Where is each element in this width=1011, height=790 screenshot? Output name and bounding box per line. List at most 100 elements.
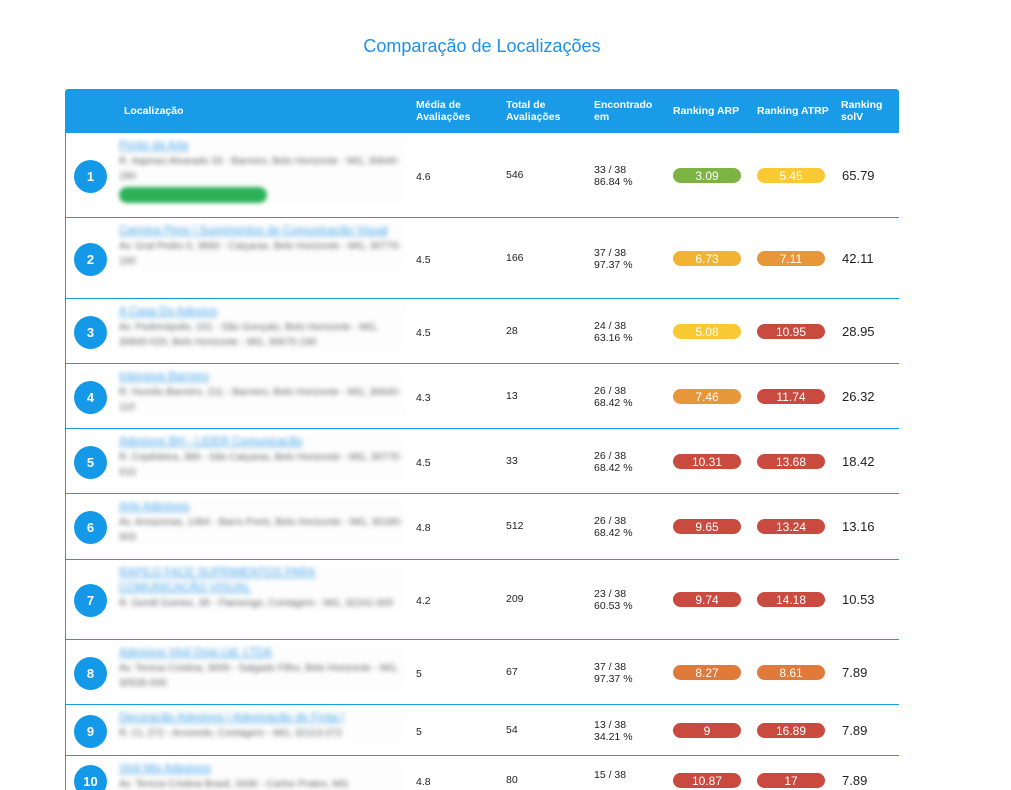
found-in-count: 26 / 38 [594, 450, 627, 462]
found-in-percent: 68.42 % [594, 527, 633, 539]
rank-atrp-pill: 16.89 [757, 723, 825, 738]
found-in-cell: 23 / 38 60.53 % [594, 588, 633, 612]
rank-atrp-pill: 11.74 [757, 389, 825, 404]
found-in-cell: 13 / 38 34.21 % [594, 719, 633, 743]
header-rank-arp[interactable]: Ranking ARP [673, 89, 753, 133]
found-in-cell: 26 / 38 68.42 % [594, 450, 633, 474]
location-address: R. Cepêdeira, 389 - São Caiçaras, Belo H… [119, 452, 402, 478]
avg-rating-value: 4.5 [416, 457, 431, 469]
location-name-link[interactable]: Adesivos Vinil Ooja Ltd. LTDA [119, 646, 405, 661]
header-found-in[interactable]: Encontrado em [594, 89, 664, 133]
location-badge: LOCALIZAÇÃO PRINCIPAL [119, 187, 268, 203]
total-reviews-value: 80 [506, 774, 518, 786]
found-in-cell: 15 / 38 [594, 769, 626, 781]
avg-rating-value: 4.8 [416, 522, 431, 534]
rank-arp-pill: 9 [673, 723, 741, 738]
header-rank-atrp[interactable]: Ranking ATRP [757, 89, 837, 133]
found-in-cell: 37 / 38 97.37 % [594, 247, 633, 271]
total-reviews-value: 33 [506, 455, 518, 467]
location-address: Av. Pedrinópolis, 101 - São Gonçalo, Bel… [119, 322, 379, 348]
location-name-link[interactable]: Intensiva Barreiro [119, 370, 405, 385]
rank-atrp-pill: 8.61 [757, 665, 825, 680]
total-reviews-value: 67 [506, 666, 518, 678]
table-body: 1 Ponto da Arte R. Itapiraci Alvarado 33… [65, 133, 899, 790]
rank-number-badge: 3 [74, 316, 107, 349]
table-row: 10 Vinil Mix Adesivos Av. Tereza Cristin… [65, 756, 899, 790]
location-name-link[interactable]: Adesivos BH - LIDER Comunicação [119, 435, 405, 450]
avg-rating-value: 4.5 [416, 254, 431, 266]
rank-atrp-pill: 10.95 [757, 324, 825, 339]
location-name-link[interactable]: Decoração Adesivos | Adesivação de Frota… [119, 711, 405, 726]
avg-rating-value: 4.5 [416, 327, 431, 339]
found-in-percent: 34.21 % [594, 731, 633, 743]
location-name-link[interactable]: Ponto da Arte [119, 139, 405, 154]
location-name-link[interactable]: Carreira Pires | Suprimentos de Comunica… [119, 224, 405, 239]
found-in-count: 13 / 38 [594, 719, 627, 731]
table-row: 3 A Casa Do Adesivo Av. Pedrinópolis, 10… [65, 299, 899, 364]
comparison-table: Localização Média de Avaliações Total de… [65, 89, 899, 790]
location-address: R. Gentil Gomes, 39 - Flamengo, Contagem… [119, 598, 394, 609]
table-row: 6 Arte Adesivos Av. Amazonas, 1484 - Bar… [65, 494, 899, 560]
found-in-cell: 26 / 38 68.42 % [594, 385, 633, 409]
table-row: 2 Carreira Pires | Suprimentos de Comuni… [65, 218, 899, 299]
avg-rating-value: 4.8 [416, 776, 431, 788]
header-total-reviews[interactable]: Total de Avaliações [506, 89, 576, 133]
avg-rating-value: 4.3 [416, 392, 431, 404]
rank-arp-pill: 10.87 [673, 773, 741, 788]
header-location[interactable]: Localização [124, 89, 404, 133]
found-in-count: 24 / 38 [594, 320, 627, 332]
rank-number-badge: 8 [74, 657, 107, 690]
table-row: 8 Adesivos Vinil Ooja Ltd. LTDA Av. Tere… [65, 640, 899, 705]
rank-solv-value: 7.89 [842, 665, 868, 680]
found-in-percent: 63.16 % [594, 332, 633, 344]
location-address: Av. Amazonas, 1484 - Barro Preto, Belo H… [119, 517, 403, 543]
rank-arp-pill: 7.46 [673, 389, 741, 404]
row-border [65, 218, 66, 298]
header-avg-rating[interactable]: Média de Avaliações [416, 89, 486, 133]
location-name-link[interactable]: Vinil Mix Adesivos [119, 762, 405, 777]
row-border [65, 705, 66, 755]
rank-arp-pill: 8.27 [673, 665, 741, 680]
total-reviews-value: 54 [506, 724, 518, 736]
rank-arp-pill: 9.74 [673, 592, 741, 607]
total-reviews-value: 512 [506, 520, 524, 532]
table-row: 4 Intensiva Barreiro R. Hurelio Barreiro… [65, 364, 899, 429]
rank-solv-value: 10.53 [842, 592, 875, 607]
rank-atrp-pill: 13.24 [757, 519, 825, 534]
table-row: 7 RAPILO FACE SUPRIMENTOS PARA COMUNICAÇ… [65, 560, 899, 640]
total-reviews-value: 209 [506, 593, 524, 605]
table-row: 1 Ponto da Arte R. Itapiraci Alvarado 33… [65, 133, 899, 218]
location-name-link[interactable]: Arte Adesivos [119, 500, 405, 515]
found-in-count: 37 / 38 [594, 247, 627, 259]
row-border [65, 640, 66, 704]
rank-arp-pill: 9.65 [673, 519, 741, 534]
rank-number-badge: 4 [74, 381, 107, 414]
rank-arp-pill: 5.08 [673, 324, 741, 339]
location-cell: Ponto da Arte R. Itapiraci Alvarado 33 -… [119, 139, 405, 203]
rank-number-badge: 6 [74, 511, 107, 544]
rank-number-badge: 9 [74, 715, 107, 748]
location-name-link[interactable]: RAPILO FACE SUPRIMENTOS PARA COMUNICAÇÃO… [119, 566, 405, 596]
rank-atrp-pill: 5.45 [757, 168, 825, 183]
found-in-percent: 97.37 % [594, 673, 633, 685]
rank-solv-value: 26.32 [842, 389, 875, 404]
rank-number-badge: 2 [74, 243, 107, 276]
found-in-percent: 86.84 % [594, 176, 633, 188]
rank-atrp-pill: 17 [757, 773, 825, 788]
location-address: R. Hurelio Barreiro, 211 - Barreiro, Bel… [119, 387, 401, 413]
location-cell: RAPILO FACE SUPRIMENTOS PARA COMUNICAÇÃO… [119, 566, 405, 611]
rank-arp-pill: 3.09 [673, 168, 741, 183]
row-border [65, 756, 66, 790]
location-address: R. Itapiraci Alvarado 33 - Barreiro, Bel… [119, 156, 400, 182]
row-border [65, 429, 66, 493]
rank-atrp-pill: 13.68 [757, 454, 825, 469]
header-rank-solv[interactable]: Ranking solV [841, 89, 897, 133]
row-border [65, 364, 66, 428]
location-name-link[interactable]: A Casa Do Adesivo [119, 305, 405, 320]
found-in-count: 15 / 38 [594, 769, 627, 781]
location-cell: A Casa Do Adesivo Av. Pedrinópolis, 101 … [119, 305, 405, 350]
row-border [65, 299, 66, 363]
found-in-cell: 33 / 38 86.84 % [594, 164, 633, 188]
found-in-percent: 68.42 % [594, 462, 633, 474]
location-cell: Carreira Pires | Suprimentos de Comunica… [119, 224, 405, 269]
